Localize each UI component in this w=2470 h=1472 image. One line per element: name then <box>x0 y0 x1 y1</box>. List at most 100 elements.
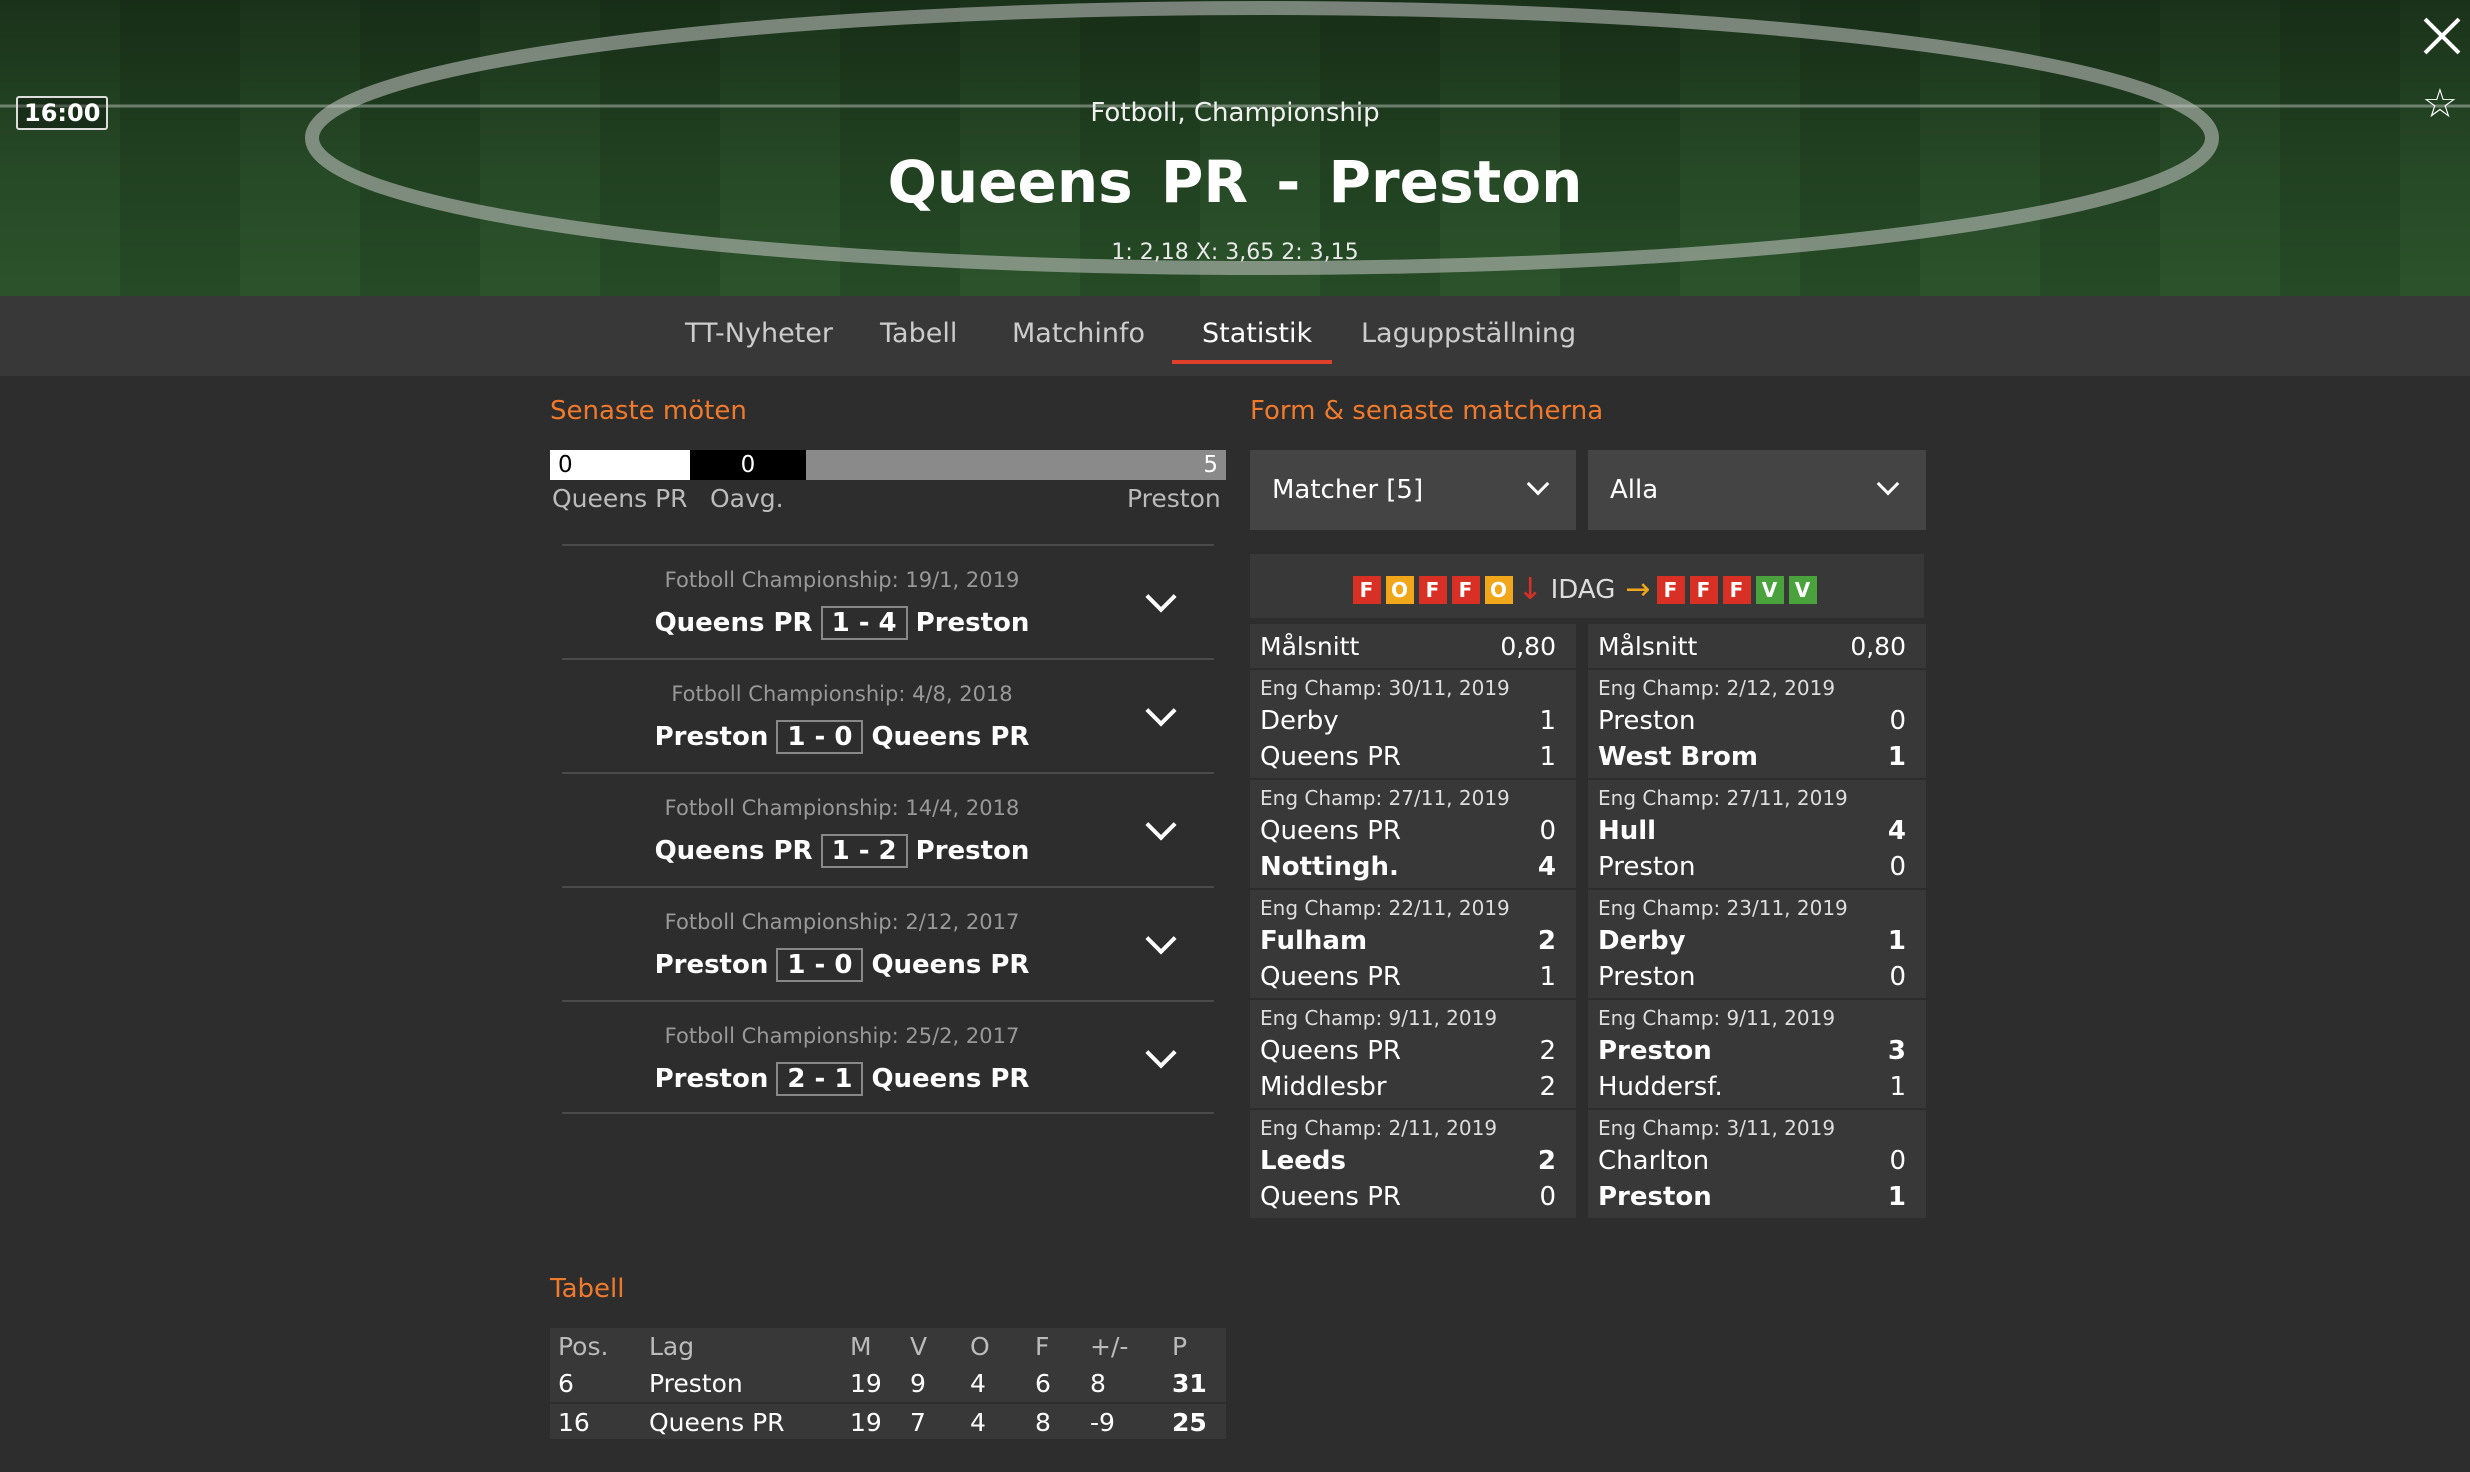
table-cell: 8 <box>1035 1408 1051 1437</box>
chevron-down-icon[interactable] <box>1145 1037 1177 1069</box>
team-row: Queens PR 0 <box>1260 816 1566 852</box>
table-cell: -9 <box>1090 1408 1115 1437</box>
team-row: Charlton 0 <box>1598 1146 1916 1182</box>
h2h-match[interactable]: Fotboll Championship: 4/8, 2018 Preston 1 … <box>562 658 1214 772</box>
chevron-down-icon[interactable] <box>1145 923 1177 955</box>
team-name: Queens PR <box>1260 1036 1401 1066</box>
matches-count-select[interactable]: Matcher [5] <box>1250 450 1576 530</box>
match-score: 1 - 2 <box>820 834 908 868</box>
team-row: Preston 0 <box>1598 852 1916 888</box>
recent-match[interactable]: Eng Champ: 2/11, 2019 Leeds 2 Queens PR 0 <box>1250 1110 1576 1220</box>
h2h-draw-label: Oavg. <box>710 484 784 513</box>
table-cell: 4 <box>970 1408 986 1437</box>
away-team: Queens PR <box>871 722 1030 752</box>
team-row: Queens PR 1 <box>1260 742 1566 778</box>
recent-match[interactable]: Eng Champ: 2/12, 2019 Preston 0 West Brom 1 <box>1588 670 1926 780</box>
tab-tt-nyheter[interactable]: TT-Nyheter <box>685 318 833 349</box>
team-goals: 0 <box>1889 962 1906 992</box>
home-recent-matches: Målsnitt 0,80 Eng Champ: 30/11, 2019 Derby 1… <box>1250 624 1576 1220</box>
table-header-cell: Lag <box>649 1332 695 1361</box>
team-goals: 1 <box>1539 742 1556 772</box>
team-goals: 1 <box>1887 742 1906 772</box>
chevron-down-icon[interactable] <box>1145 581 1177 613</box>
match-result: Preston 1 - 0 Queens PR <box>562 720 1122 754</box>
match-league-date: Fotboll Championship: 19/1, 2019 <box>664 568 1020 592</box>
team-name: Huddersf. <box>1598 1072 1723 1102</box>
team-goals: 0 <box>1889 1146 1906 1176</box>
h2h-match[interactable]: Fotboll Championship: 2/12, 2017 Preston 1… <box>562 886 1214 1000</box>
arrow-right-icon: → <box>1625 572 1651 607</box>
tab-tabell[interactable]: Tabell <box>880 318 957 349</box>
team-goals: 2 <box>1537 1146 1556 1176</box>
team-goals: 0 <box>1889 706 1906 736</box>
team-goals: 2 <box>1539 1036 1556 1066</box>
h2h-home-wins: 0 <box>550 450 690 480</box>
tab-statistik[interactable]: Statistik <box>1202 318 1312 349</box>
team-name: Queens PR <box>1260 962 1401 992</box>
table-header-cell: F <box>1035 1332 1050 1361</box>
match-score: 1 - 0 <box>776 720 864 754</box>
form-badge: V <box>1788 575 1817 604</box>
star-icon[interactable]: ☆ <box>2422 84 2458 124</box>
home-team: Preston <box>654 950 769 980</box>
table-cell: 31 <box>1172 1369 1207 1398</box>
table-cell: 19 <box>850 1369 882 1398</box>
away-team: Preston <box>915 836 1030 866</box>
h2h-match[interactable]: Fotboll Championship: 25/2, 2017 Preston 2… <box>562 1000 1214 1114</box>
recent-match[interactable]: Eng Champ: 3/11, 2019 Charlton 0 Preston 1 <box>1588 1110 1926 1220</box>
goal-average: Målsnitt 0,80 <box>1250 624 1576 670</box>
table-cell: 8 <box>1090 1369 1106 1398</box>
recent-match[interactable]: Eng Champ: 27/11, 2019 Hull 4 Preston 0 <box>1588 780 1926 890</box>
form-badge: F <box>1451 575 1480 604</box>
recent-match[interactable]: Eng Champ: 23/11, 2019 Derby 1 Preston 0 <box>1588 890 1926 1000</box>
tab-laguppstallning[interactable]: Laguppställning <box>1361 318 1576 349</box>
close-icon[interactable] <box>2420 14 2464 58</box>
team-name: Fulham <box>1260 926 1368 956</box>
team-row: Preston 0 <box>1598 962 1916 998</box>
arrow-down-icon: ↓ <box>1517 572 1543 607</box>
recent-match[interactable]: Eng Champ: 9/11, 2019 Queens PR 2 Middlesbr… <box>1250 1000 1576 1110</box>
table-cell: 7 <box>910 1408 926 1437</box>
form-badge: F <box>1352 575 1381 604</box>
goal-average-value: 0,80 <box>1850 632 1906 661</box>
table-cell: 16 <box>558 1408 590 1437</box>
recent-match[interactable]: Eng Champ: 30/11, 2019 Derby 1 Queens PR 1 <box>1250 670 1576 780</box>
home-team: Queens PR <box>654 836 813 866</box>
venue-filter-select[interactable]: Alla <box>1588 450 1926 530</box>
table-cell: 6 <box>558 1369 574 1398</box>
match-league-date: Eng Champ: 2/12, 2019 <box>1598 676 1836 700</box>
team-goals: 4 <box>1537 852 1556 882</box>
match-league-date: Eng Champ: 9/11, 2019 <box>1260 1006 1498 1030</box>
goal-average-label: Målsnitt <box>1260 632 1360 661</box>
team-row: Queens PR 0 <box>1260 1182 1566 1218</box>
team-row: Huddersf. 1 <box>1598 1072 1916 1108</box>
team-name: Preston <box>1598 1036 1712 1066</box>
recent-match[interactable]: Eng Champ: 22/11, 2019 Fulham 2 Queens PR 1 <box>1250 890 1576 1000</box>
h2h-match[interactable]: Fotboll Championship: 14/4, 2018 Queens P… <box>562 772 1214 886</box>
goal-average-value: 0,80 <box>1500 632 1556 661</box>
table-title: Tabell <box>550 1274 625 1304</box>
recent-match[interactable]: Eng Champ: 9/11, 2019 Preston 3 Huddersf. 1 <box>1588 1000 1926 1110</box>
chevron-down-icon[interactable] <box>1145 695 1177 727</box>
table-row[interactable]: 6 Preston 19 9 4 6 8 31 <box>550 1365 1226 1402</box>
tab-matchinfo[interactable]: Matchinfo <box>1012 318 1145 349</box>
match-league-date: Eng Champ: 27/11, 2019 <box>1260 786 1510 810</box>
league-name: Fotboll, Championship <box>1090 98 1380 128</box>
chevron-down-icon[interactable] <box>1145 809 1177 841</box>
team-row: Middlesbr 2 <box>1260 1072 1566 1108</box>
table-row[interactable]: 16 Queens PR 19 7 4 8 -9 25 <box>550 1402 1226 1439</box>
table-cell: 25 <box>1172 1408 1207 1437</box>
team-name: Derby <box>1598 926 1686 956</box>
h2h-match[interactable]: Fotboll Championship: 19/1, 2019 Queens P… <box>562 544 1214 658</box>
league-table: Pos. Lag M V O F +/- P 6 Preston 19 9 4 6 8 31 16 Queens … <box>550 1328 1226 1439</box>
table-cell: Queens PR <box>649 1408 785 1437</box>
match-league-date: Eng Champ: 9/11, 2019 <box>1598 1006 1836 1030</box>
h2h-bar: 0 0 5 <box>550 450 1226 480</box>
match-result: Queens PR 1 - 4 Preston <box>562 606 1122 640</box>
team-name: Nottingh. <box>1260 852 1399 882</box>
recent-match[interactable]: Eng Champ: 27/11, 2019 Queens PR 0 Nottingh… <box>1250 780 1576 890</box>
today-label: IDAG <box>1550 574 1616 605</box>
match-league-date: Eng Champ: 27/11, 2019 <box>1598 786 1848 810</box>
match-league-date: Eng Champ: 23/11, 2019 <box>1598 896 1848 920</box>
table-header-cell: +/- <box>1090 1332 1129 1361</box>
